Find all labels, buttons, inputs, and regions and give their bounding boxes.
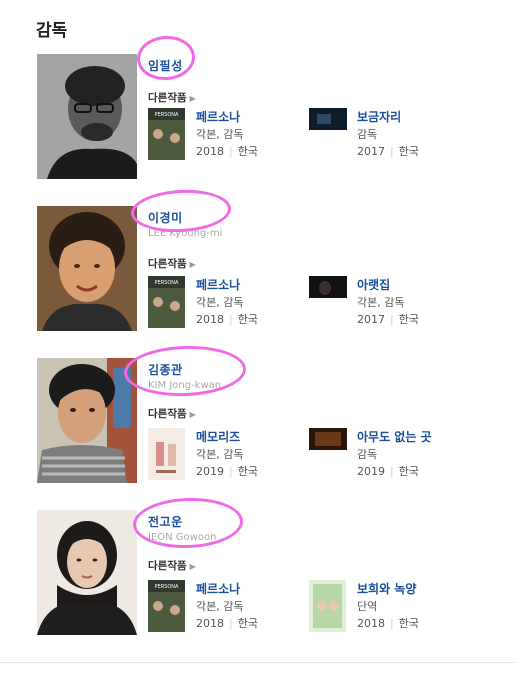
work-meta: 2018 | 한국 (196, 145, 258, 158)
work-role: 감독 (357, 128, 378, 141)
work-role: 각본, 감독 (357, 296, 405, 309)
poster-thumbnail[interactable] (148, 428, 185, 480)
work-title[interactable]: 페르소나 (196, 108, 240, 125)
other-works-label[interactable]: 다른작품 ▶ (148, 256, 196, 271)
director-name[interactable]: 전고운 (148, 513, 183, 530)
work-meta: 2019 | 한국 (196, 465, 258, 478)
svg-text:PERSONA: PERSONA (155, 584, 179, 590)
director-name[interactable]: 임필성 (148, 57, 183, 74)
director-name[interactable]: 이경미 (148, 209, 183, 226)
director-photo[interactable] (37, 54, 137, 179)
other-works-label[interactable]: 다른작품 ▶ (148, 406, 196, 421)
divider (0, 662, 516, 663)
poster-thumbnail[interactable]: PERSONA (148, 108, 185, 160)
director-english-name: KIM Jong-kwan (148, 380, 222, 391)
poster-thumbnail[interactable] (309, 108, 347, 130)
work-meta: 2017 | 한국 (357, 145, 419, 158)
work-title[interactable]: 페르소나 (196, 276, 240, 293)
director-english-name: JEON Gowoon (148, 532, 217, 543)
chevron-right-icon: ▶ (189, 94, 196, 103)
director-name[interactable]: 김종관 (148, 361, 183, 378)
work-title[interactable]: 보금자리 (357, 108, 401, 125)
work-title[interactable]: 메모리즈 (196, 428, 240, 445)
work-meta: 2017 | 한국 (357, 313, 419, 326)
work-meta: 2018 | 한국 (196, 313, 258, 326)
director-photo[interactable] (37, 510, 137, 635)
work-title[interactable]: 보희와 녹양 (357, 580, 416, 597)
work-role: 각본, 감독 (196, 448, 244, 461)
poster-thumbnail[interactable] (309, 580, 346, 632)
work-role: 각본, 감독 (196, 128, 244, 141)
other-works-label[interactable]: 다른작품 ▶ (148, 90, 196, 105)
other-works-label[interactable]: 다른작품 ▶ (148, 558, 196, 573)
work-role: 감독 (357, 448, 378, 461)
work-title[interactable]: 아무도 없는 곳 (357, 428, 432, 445)
work-role: 각본, 감독 (196, 296, 244, 309)
poster-thumbnail[interactable]: PERSONA (148, 580, 185, 632)
poster-thumbnail[interactable]: PERSONA (148, 276, 185, 328)
director-english-name: LEE Kyoung-mi (148, 228, 223, 239)
svg-text:PERSONA: PERSONA (155, 112, 179, 118)
poster-thumbnail[interactable] (309, 428, 347, 450)
work-meta: 2018 | 한국 (357, 617, 419, 630)
work-title[interactable]: 아랫집 (357, 276, 390, 293)
director-photo[interactable] (37, 206, 137, 331)
section-title: 감독 (36, 21, 68, 41)
chevron-right-icon: ▶ (189, 410, 196, 419)
work-role: 단역 (357, 600, 378, 613)
chevron-right-icon: ▶ (189, 562, 196, 571)
work-title[interactable]: 페르소나 (196, 580, 240, 597)
chevron-right-icon: ▶ (189, 260, 196, 269)
work-meta: 2019 | 한국 (357, 465, 419, 478)
work-meta: 2018 | 한국 (196, 617, 258, 630)
poster-thumbnail[interactable] (309, 276, 347, 298)
svg-text:PERSONA: PERSONA (155, 280, 179, 286)
director-photo[interactable] (37, 358, 137, 483)
work-role: 각본, 감독 (196, 600, 244, 613)
